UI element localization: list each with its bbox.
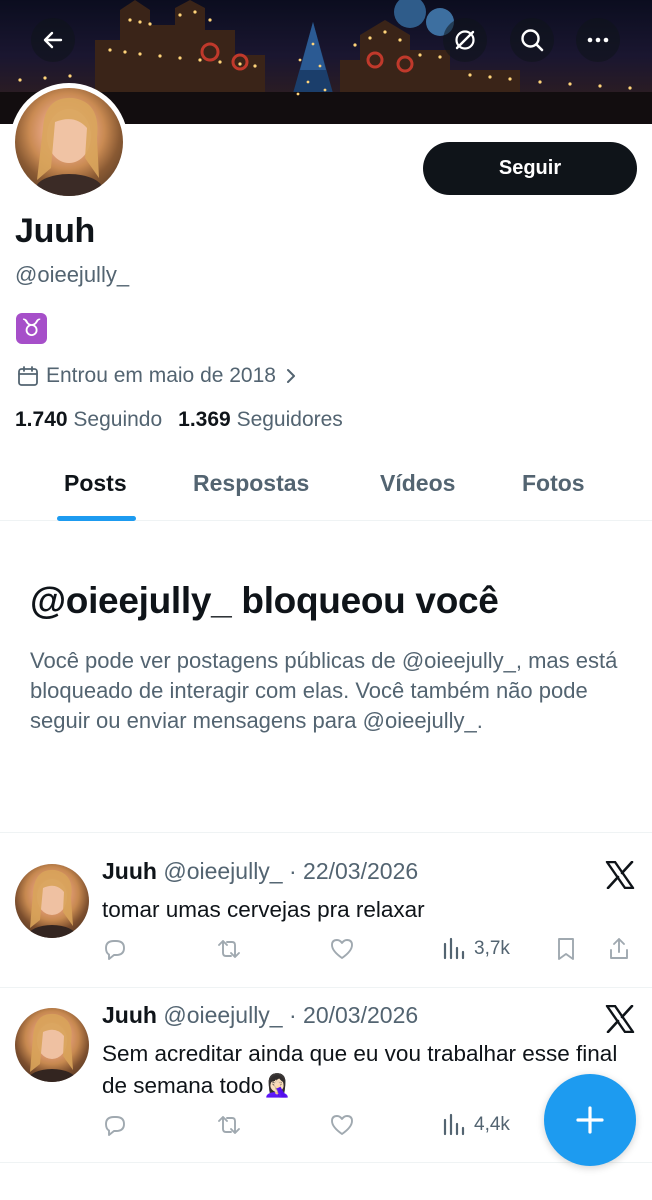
search-icon [521,29,544,52]
post-author-name[interactable]: Juuh [102,1002,157,1028]
post-actions: 3,7k [102,936,637,966]
post-text: tomar umas cervejas pra relaxar [102,897,425,922]
reply-icon [105,1116,125,1136]
follow-button[interactable]: Seguir [423,142,637,195]
more-horizontal-icon [587,37,609,43]
display-name: Juuh [15,212,96,250]
profile-avatar[interactable] [10,83,128,201]
like-button[interactable] [329,1112,355,1138]
chevron-right-icon [286,369,295,383]
repost-icon [218,1116,240,1134]
arrow-left-icon [43,31,63,49]
post-header: Juuh @oieejully_ · 22/03/2026 [102,858,418,885]
tab-replies[interactable]: Respostas [193,470,309,497]
views-button[interactable]: 3,7k [442,936,510,962]
plus-icon [576,1106,604,1134]
post-date: · 22/03/2026 [288,858,419,884]
following-count: 1.740 [15,408,68,431]
repost-button[interactable] [215,1112,243,1138]
joined-label: Entrou em maio de 2018 [46,364,276,387]
bookmark-icon [558,938,574,960]
heart-icon [331,1115,353,1135]
post-date: · 20/03/2026 [288,1002,419,1028]
views-icon [443,937,465,960]
x-logo-icon [605,1005,635,1033]
bio: ♉ [16,313,47,344]
post-author-handle: @oieejully_ [163,858,283,884]
post-author-handle: @oieejully_ [163,1002,283,1028]
post-text: Sem acreditar ainda que eu vou trabalhar… [102,1041,618,1098]
reply-button[interactable] [102,936,128,962]
views-button[interactable]: 4,4k [442,1112,510,1138]
tab-videos[interactable]: Vídeos [380,470,455,497]
active-tab-indicator [57,516,136,521]
followers-link[interactable]: 1.369 Seguidores [178,408,343,432]
grok-icon [455,30,475,50]
calendar-icon [18,366,38,386]
divider [0,1162,652,1163]
post-avatar[interactable] [15,1008,89,1082]
x-logo-icon [605,861,635,889]
post-header: Juuh @oieejully_ · 20/03/2026 [102,1002,418,1029]
following-link[interactable]: 1.740 Seguindo [15,408,162,432]
following-label: Seguindo [73,408,163,431]
views-count: 4,4k [474,1114,510,1135]
heart-icon [331,939,353,959]
avatar-photo [15,88,123,196]
follow-stats: 1.740 Seguindo 1.369 Seguidores [15,408,343,432]
share-icon [610,938,628,959]
reply-button[interactable] [102,1112,128,1138]
profile-tabs: Posts Respostas Vídeos Fotos [0,450,652,521]
views-count: 3,7k [474,938,510,959]
post-author-name[interactable]: Juuh [102,858,157,884]
repost-icon [218,940,240,958]
tab-posts[interactable]: Posts [64,470,127,497]
followers-label: Seguidores [236,408,343,431]
repost-button[interactable] [215,936,243,962]
reply-icon [105,940,125,960]
back-button[interactable] [31,18,75,62]
followers-count: 1.369 [178,408,231,431]
share-button[interactable] [607,936,631,962]
blocked-message: Você pode ver postagens públicas de @oie… [30,648,618,733]
grok-button[interactable] [443,18,487,62]
views-icon [443,1113,465,1136]
compose-post-button[interactable] [544,1074,636,1166]
bookmark-button[interactable] [554,936,578,962]
search-button[interactable] [510,18,554,62]
tab-photos[interactable]: Fotos [522,470,585,497]
profile-handle: @oieejully_ [15,262,130,287]
joined-date[interactable]: Entrou em maio de 2018 [16,362,300,390]
post-avatar[interactable] [15,864,89,938]
blocked-title: @oieejully_ bloqueou você [30,580,499,621]
like-button[interactable] [329,936,355,962]
post-item[interactable]: Juuh @oieejully_ · 22/03/2026 tomar umas… [0,832,652,987]
more-button[interactable] [576,18,620,62]
